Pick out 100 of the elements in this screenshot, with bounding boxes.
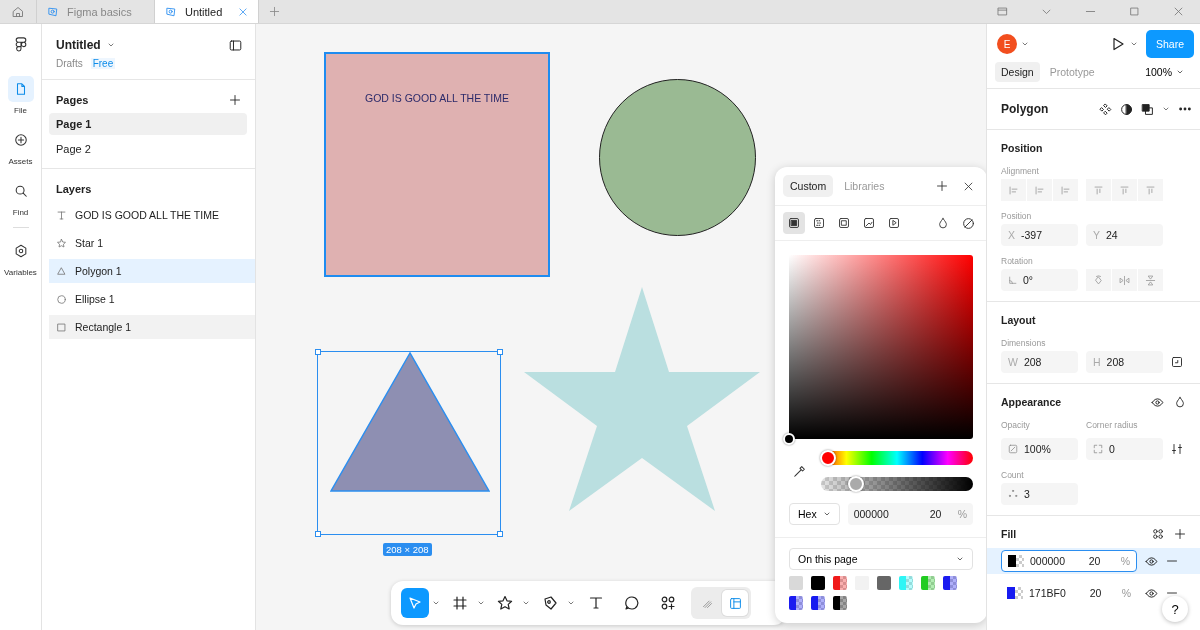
chevron-down-icon — [432, 599, 440, 607]
width-field[interactable]: W 208 — [1001, 351, 1078, 373]
mask-icon[interactable] — [1120, 102, 1133, 116]
hexagon-icon — [13, 244, 28, 258]
star-icon — [497, 595, 513, 611]
fill-field[interactable]: 171BF0 20 % — [1001, 582, 1137, 604]
flip-vertical-button[interactable] — [1138, 269, 1163, 291]
rail-item[interactable]: Assets — [0, 123, 41, 170]
layer-item[interactable]: GOD IS GOOD ALL THE TIME — [49, 203, 255, 227]
rail-item[interactable]: File — [0, 72, 41, 119]
eyedropper-icon — [793, 464, 807, 478]
chevron-down-icon — [1021, 40, 1029, 48]
section-title: Pages — [56, 94, 90, 106]
zoom-select[interactable]: 100% — [1139, 65, 1192, 79]
library-select[interactable]: On this page — [789, 548, 973, 570]
eye-icon[interactable] — [1145, 586, 1158, 600]
layer-item[interactable]: Star 1 — [49, 231, 255, 255]
rotate-icon — [1093, 274, 1104, 286]
resize-icon[interactable] — [1171, 356, 1183, 368]
resize-handle[interactable] — [497, 349, 503, 355]
location-label: Drafts — [56, 58, 83, 69]
cursor-icon — [407, 595, 423, 611]
component-icon[interactable] — [1099, 102, 1112, 116]
layer-item[interactable]: Rectangle 1 — [49, 315, 255, 339]
layer-item[interactable]: Polygon 1 — [49, 259, 255, 283]
file-tab[interactable]: Untitled — [155, 0, 259, 23]
resize-handle[interactable] — [497, 531, 503, 537]
video-icon — [888, 217, 900, 229]
triangle-icon — [56, 265, 67, 277]
slider-thumb[interactable] — [820, 450, 836, 466]
close-icon[interactable] — [1172, 6, 1184, 17]
layout-icon — [728, 596, 742, 610]
triangle-shape[interactable] — [330, 352, 490, 492]
mode-button[interactable] — [722, 590, 748, 616]
x-field[interactable]: X -397 — [1001, 224, 1078, 246]
close-icon — [962, 180, 974, 192]
rail-item[interactable]: Variables — [0, 234, 41, 281]
section-title: Position — [1001, 142, 1043, 154]
hue-slider[interactable] — [821, 451, 973, 465]
maximize-icon[interactable] — [1128, 6, 1140, 17]
search-icon — [13, 184, 28, 198]
picker-tab[interactable]: Custom — [783, 175, 834, 197]
page-item[interactable]: Page 2 — [49, 138, 247, 160]
chevron-down-icon — [956, 555, 964, 563]
panel-tab[interactable]: Design — [995, 62, 1040, 82]
resize-handle[interactable] — [315, 349, 321, 355]
count-field[interactable]: 3 — [1001, 483, 1078, 505]
boolean-icon[interactable] — [1141, 102, 1154, 116]
plus-icon[interactable] — [229, 94, 241, 106]
file-badge-icon — [47, 5, 59, 18]
slider-thumb[interactable] — [847, 476, 864, 492]
color-swatch[interactable] — [811, 596, 825, 610]
color-swatch[interactable] — [943, 576, 957, 590]
height-field[interactable]: H 208 — [1086, 351, 1163, 373]
opacity-field[interactable]: 100% — [1001, 438, 1078, 460]
rectangle-shape[interactable]: GOD IS GOOD ALL THE TIME — [324, 52, 550, 277]
fill-row[interactable]: 000000 20 % — [987, 548, 1200, 574]
user-avatar[interactable]: E — [997, 34, 1017, 54]
selection-box[interactable] — [317, 351, 501, 535]
fill-type-button[interactable] — [783, 212, 805, 234]
color-swatch[interactable] — [789, 596, 803, 610]
sidebar-icon[interactable] — [228, 38, 243, 52]
rail-item[interactable]: Find — [0, 174, 41, 221]
opacity-slider[interactable] — [821, 477, 973, 491]
close-icon[interactable] — [238, 6, 248, 17]
fill-field[interactable]: 000000 20 % — [1001, 550, 1137, 572]
chevron-down-icon — [1129, 40, 1138, 48]
drop-icon[interactable] — [1174, 396, 1186, 408]
rotation-field[interactable]: 0° — [1001, 269, 1078, 291]
plus-icon[interactable] — [1174, 528, 1186, 540]
angle-icon — [1008, 275, 1017, 285]
home-icon[interactable] — [12, 5, 24, 18]
star-icon — [56, 237, 67, 249]
color-swatch[interactable] — [921, 576, 935, 590]
resize-handle[interactable] — [315, 531, 321, 537]
shapes-icon — [660, 595, 676, 611]
layer-item[interactable]: Ellipse 1 — [49, 287, 255, 311]
sliders-icon[interactable] — [1171, 443, 1183, 455]
chevron-down-icon — [822, 510, 831, 518]
file-name[interactable]: Untitled — [56, 38, 101, 52]
page-item[interactable]: Page 1 — [49, 113, 247, 135]
color-swatch[interactable] — [833, 596, 847, 610]
y-field[interactable]: Y 24 — [1086, 224, 1163, 246]
plus-icon — [936, 180, 948, 192]
star-shape[interactable] — [523, 286, 761, 512]
flip-horizontal-button[interactable] — [1112, 269, 1137, 291]
window-icon[interactable] — [996, 6, 1008, 17]
color-swatch[interactable] — [833, 576, 847, 590]
help-button[interactable]: ? — [1162, 596, 1188, 622]
corner-radius-field[interactable]: 0 — [1086, 438, 1163, 460]
section-title: Layout — [1001, 314, 1036, 326]
no-fill-icon — [961, 216, 975, 230]
hex-field[interactable]: 000000 20 % — [847, 503, 973, 525]
format-select[interactable]: Hex — [789, 503, 840, 525]
styles-icon[interactable] — [1152, 528, 1164, 540]
eye-icon[interactable] — [1151, 395, 1164, 409]
corner-icon — [1093, 444, 1103, 454]
color-swatch[interactable] — [899, 576, 913, 590]
logo-icon[interactable] — [13, 36, 28, 52]
eye-icon[interactable] — [1145, 554, 1158, 568]
